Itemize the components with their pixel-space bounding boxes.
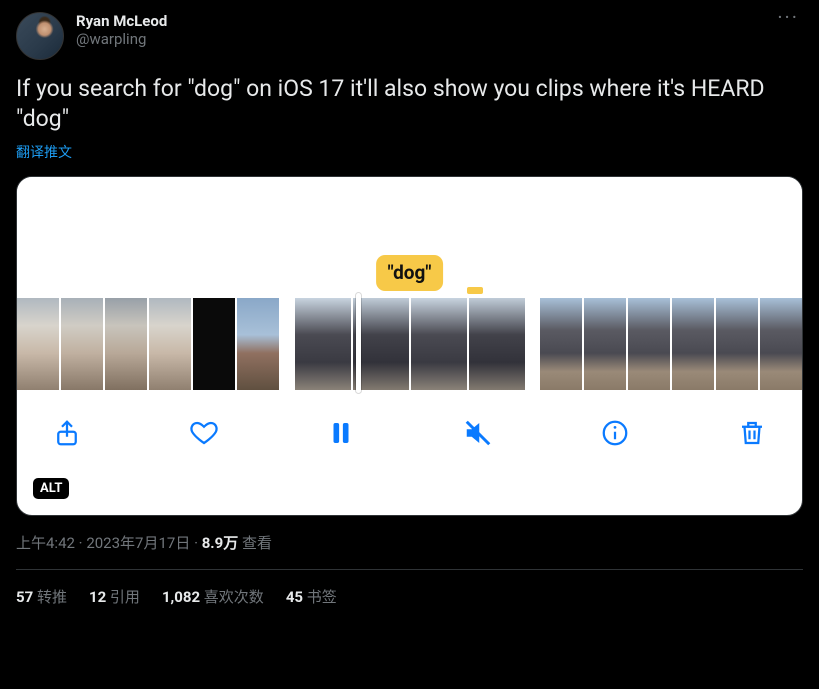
timeline-marker xyxy=(467,287,483,294)
timeline-frame xyxy=(716,298,758,390)
mute-icon[interactable] xyxy=(462,417,494,449)
clip-group-1 xyxy=(17,298,279,390)
stats-row: 57 转推 12 引用 1,082 喜欢次数 45 书签 xyxy=(16,570,803,607)
heart-icon[interactable] xyxy=(188,417,220,449)
quotes-label: 引用 xyxy=(110,588,140,606)
tweet-date[interactable]: 2023年7月17日 xyxy=(86,534,190,552)
clip-group-2 xyxy=(295,298,525,390)
media-white-area: "dog" xyxy=(17,177,802,295)
share-icon[interactable] xyxy=(51,417,83,449)
timeline-frame xyxy=(237,298,279,390)
retweets-count: 57 xyxy=(16,588,33,606)
likes-count: 1,082 xyxy=(162,588,200,606)
timeline-frame xyxy=(17,298,59,390)
quotes-count: 12 xyxy=(89,588,106,606)
media-card[interactable]: "dog" xyxy=(16,176,803,516)
stat-likes[interactable]: 1,082 喜欢次数 xyxy=(162,586,264,607)
likes-label: 喜欢次数 xyxy=(204,588,264,606)
media-toolbar xyxy=(17,393,802,473)
video-timeline[interactable] xyxy=(17,295,802,393)
bookmarks-label: 书签 xyxy=(307,588,337,606)
timeline-frame xyxy=(760,298,802,390)
bookmarks-count: 45 xyxy=(286,588,303,606)
timeline-frame xyxy=(411,298,467,390)
timeline-frame xyxy=(295,298,351,390)
stat-bookmarks[interactable]: 45 书签 xyxy=(286,586,337,607)
alt-badge[interactable]: ALT xyxy=(33,478,69,499)
timeline-frame xyxy=(584,298,626,390)
timeline-frame xyxy=(540,298,582,390)
tweet-container: Ryan McLeod @warpling ··· If you search … xyxy=(0,0,819,619)
timeline-frame xyxy=(61,298,103,390)
avatar[interactable] xyxy=(16,12,64,60)
stat-quotes[interactable]: 12 引用 xyxy=(89,586,140,607)
user-block[interactable]: Ryan McLeod @warpling xyxy=(76,12,761,48)
trash-icon[interactable] xyxy=(736,417,768,449)
caption-pill: "dog" xyxy=(376,255,444,291)
tweet-header: Ryan McLeod @warpling ··· xyxy=(16,12,803,60)
info-icon[interactable] xyxy=(599,417,631,449)
playhead[interactable] xyxy=(356,293,361,393)
tweet-time[interactable]: 上午4:42 xyxy=(16,534,75,552)
views-label: 查看 xyxy=(242,534,272,552)
timeline-frame xyxy=(628,298,670,390)
user-handle: @warpling xyxy=(76,30,761,48)
translate-link[interactable]: 翻译推文 xyxy=(16,142,72,162)
pause-icon[interactable] xyxy=(325,417,357,449)
timeline-frame xyxy=(469,298,525,390)
more-icon[interactable]: ··· xyxy=(773,12,803,32)
timeline-frame xyxy=(105,298,147,390)
display-name: Ryan McLeod xyxy=(76,12,761,30)
meta-row: 上午4:42 · 2023年7月17日 · 8.9万 查看 xyxy=(16,532,803,553)
views-count: 8.9万 xyxy=(202,534,239,552)
timeline-frame xyxy=(149,298,191,390)
timeline-frame xyxy=(193,298,235,390)
tweet-text: If you search for "dog" on iOS 17 it'll … xyxy=(16,74,803,134)
retweets-label: 转推 xyxy=(37,588,67,606)
timeline-frame xyxy=(672,298,714,390)
stat-retweets[interactable]: 57 转推 xyxy=(16,586,67,607)
clip-group-3 xyxy=(540,298,802,390)
